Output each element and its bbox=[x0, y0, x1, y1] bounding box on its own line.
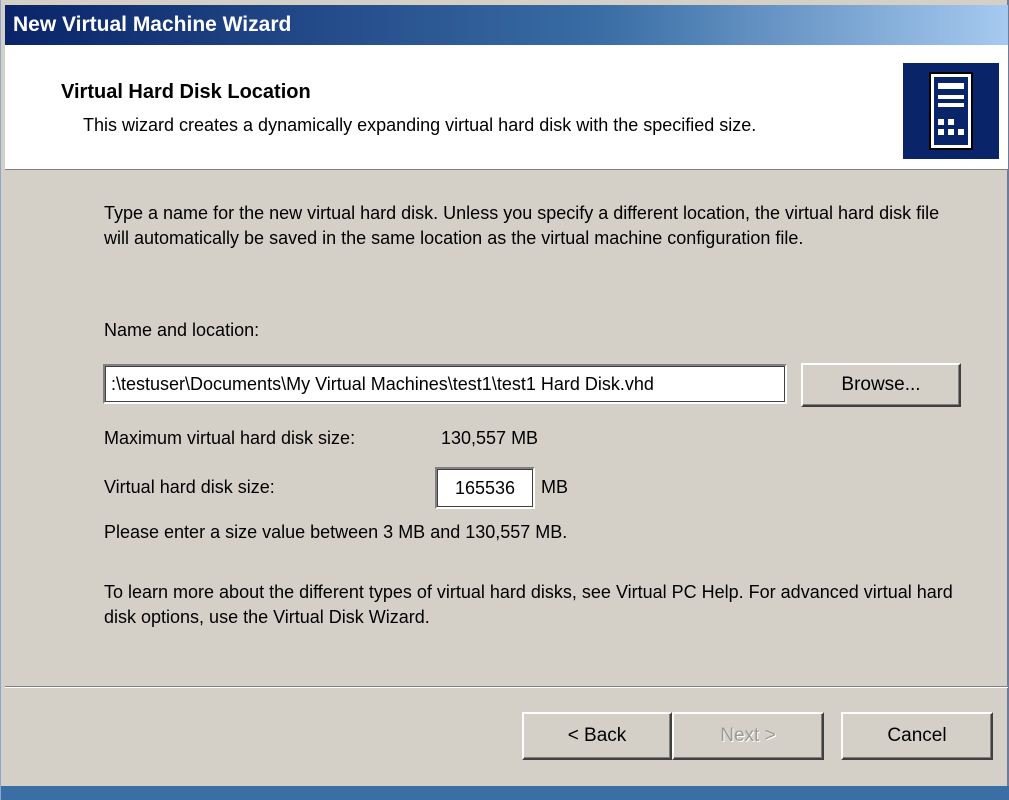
browse-button[interactable]: Browse... bbox=[801, 363, 961, 407]
learn-more-text: To learn more about the different types … bbox=[104, 582, 953, 627]
wizard-window: New Virtual Machine Wizard Virtual Hard … bbox=[0, 0, 1009, 800]
page-subtitle: This wizard creates a dynamically expand… bbox=[83, 115, 757, 135]
back-button[interactable]: < Back bbox=[522, 712, 672, 760]
window-title: New Virtual Machine Wizard bbox=[13, 13, 292, 36]
name-location-label: Name and location: bbox=[104, 320, 260, 340]
back-button-label: < Back bbox=[567, 725, 627, 746]
max-size-value: 130,557 MB bbox=[441, 428, 539, 448]
wizard-header: Virtual Hard Disk Location This wizard c… bbox=[5, 45, 1008, 170]
next-button-label: Next > bbox=[720, 725, 776, 746]
cancel-button[interactable]: Cancel bbox=[841, 712, 993, 760]
footer-divider bbox=[5, 686, 1008, 688]
server-tower-icon bbox=[903, 63, 999, 159]
page-title: Virtual Hard Disk Location bbox=[61, 81, 311, 103]
disk-size-unit: MB bbox=[541, 477, 568, 497]
disk-size-label: Virtual hard disk size: bbox=[104, 477, 275, 497]
disk-size-input[interactable]: 165536 bbox=[435, 467, 535, 509]
max-size-label: Maximum virtual hard disk size: bbox=[104, 428, 356, 448]
server-tower-icon-graphic bbox=[929, 72, 973, 150]
next-button[interactable]: Next > bbox=[672, 712, 824, 760]
size-hint-text: Please enter a size value between 3 MB a… bbox=[104, 522, 568, 542]
path-input[interactable]: :\testuser\Documents\My Virtual Machines… bbox=[103, 364, 787, 404]
browse-button-label: Browse... bbox=[841, 374, 921, 395]
intro-text: Type a name for the new virtual hard dis… bbox=[104, 203, 940, 248]
cancel-button-label: Cancel bbox=[887, 725, 947, 746]
title-bar[interactable]: New Virtual Machine Wizard bbox=[5, 5, 1008, 45]
disk-size-value: 165536 bbox=[454, 477, 516, 498]
path-input-value: :\testuser\Documents\My Virtual Machines… bbox=[111, 374, 654, 394]
window-bottom-frame bbox=[1, 786, 1009, 800]
